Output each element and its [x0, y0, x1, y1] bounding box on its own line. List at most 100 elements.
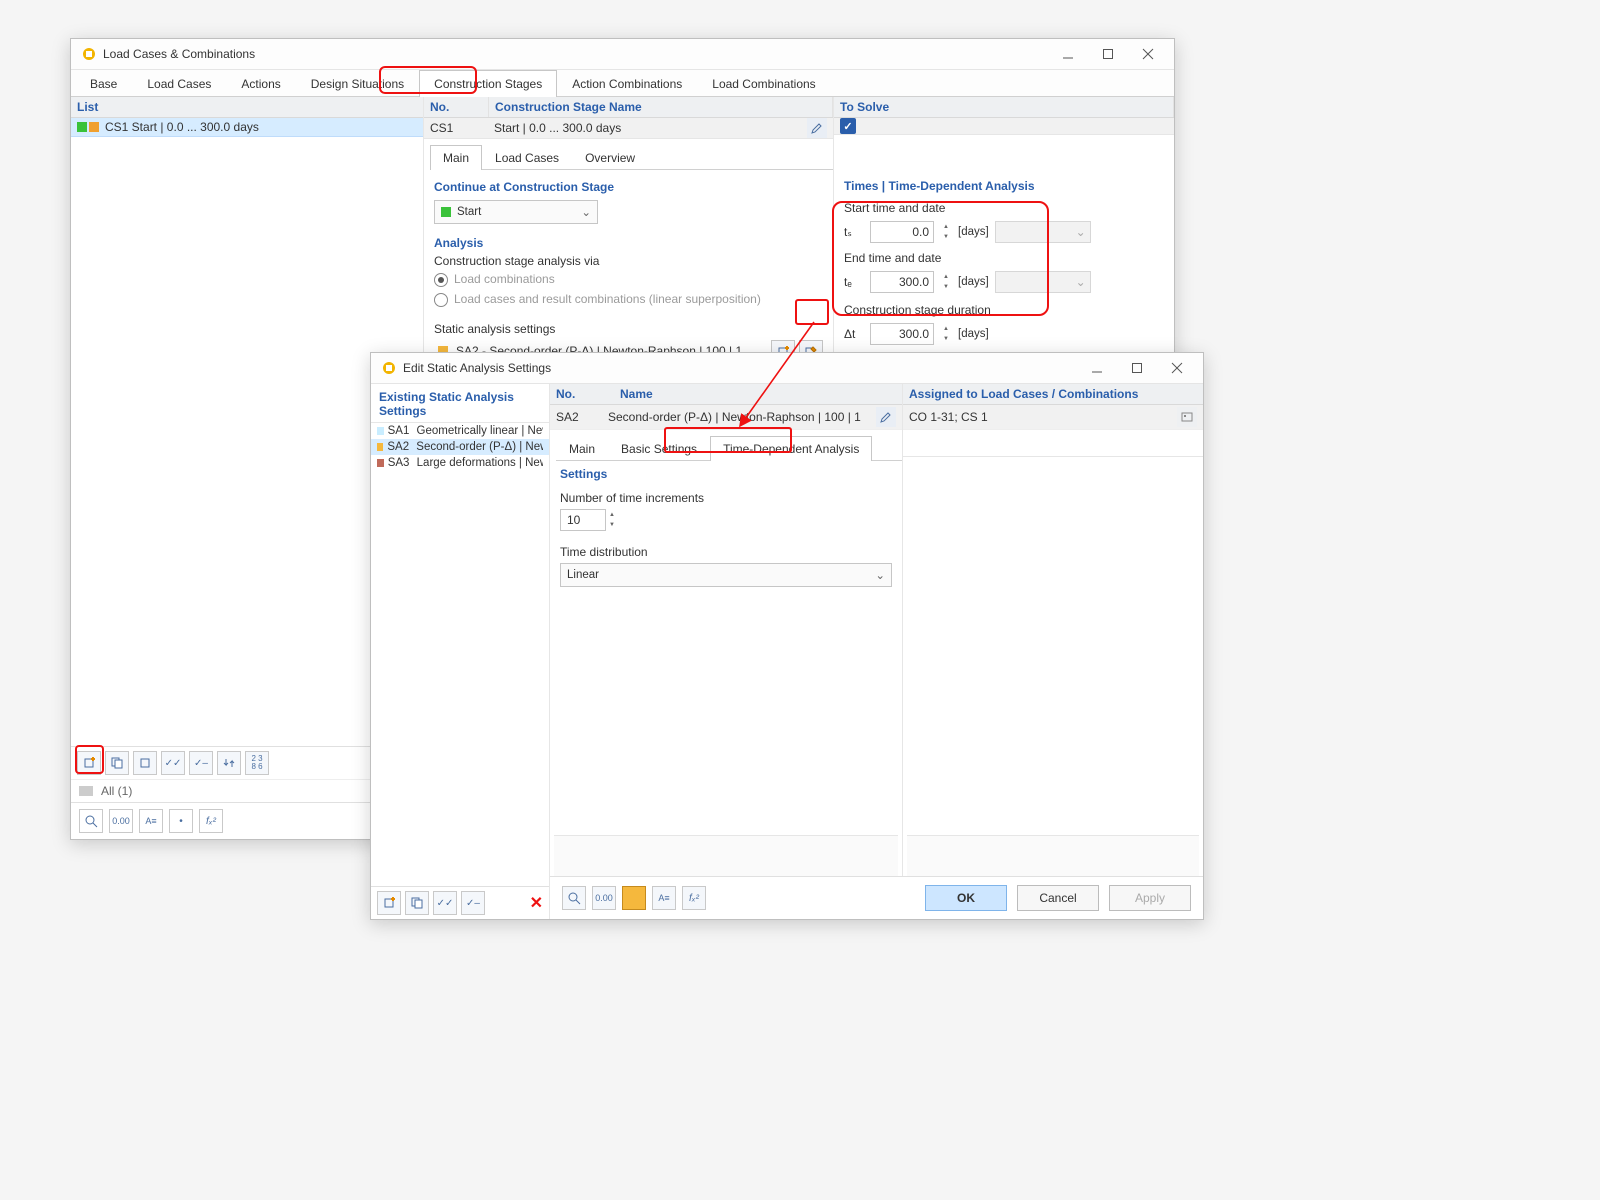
num-incr-label: Number of time increments [550, 485, 902, 509]
color-swatch-icon [377, 443, 383, 451]
uncheck-button[interactable]: ✓– [189, 751, 213, 775]
row-name[interactable]: Second-order (P-Δ) | Newton-Raphson | 10… [608, 410, 876, 424]
sa-list-toolbar: ✓✓ ✓– ✕ [371, 886, 549, 919]
detail-subtabs: MainLoad CasesOverview [430, 145, 833, 170]
dot-icon[interactable]: • [169, 809, 193, 833]
copy-button[interactable] [105, 751, 129, 775]
unit-icon[interactable]: 0.00 [592, 886, 616, 910]
close-button[interactable] [1128, 40, 1168, 68]
subtab-main[interactable]: Main [430, 145, 482, 170]
reorder-button[interactable] [217, 751, 241, 775]
list-header: List [71, 97, 423, 117]
end-label: End time and date [844, 251, 1164, 267]
radio-label: Load cases and result combinations (line… [454, 292, 761, 308]
col-header-solve: To Solve [834, 97, 1174, 117]
window-title: Edit Static Analysis Settings [403, 361, 1077, 375]
radio-icon [434, 273, 448, 287]
sa-item-sa2[interactable]: SA2 Second-order (P-Δ) | Newton-R [371, 439, 549, 455]
maximize-button[interactable] [1088, 40, 1128, 68]
copy-button[interactable] [405, 891, 429, 915]
radio-icon [434, 293, 448, 307]
check-button[interactable]: ✓✓ [161, 751, 185, 775]
stage-list-item[interactable]: CS1 Start | 0.0 ... 300.0 days [71, 118, 423, 137]
radio-load-cases[interactable]: Load cases and result combinations (line… [424, 290, 833, 310]
unit-icon[interactable]: 0.00 [109, 809, 133, 833]
sa-subtabs: MainBasic SettingsTime-Dependent Analysi… [556, 436, 902, 461]
spinner-icon[interactable]: ▲▼ [940, 324, 952, 344]
edit-icon[interactable] [876, 407, 896, 427]
subtab-load-cases[interactable]: Load Cases [482, 145, 572, 170]
color-swatch-icon [377, 459, 384, 467]
goto-icon[interactable] [1177, 407, 1197, 427]
sa-item-sa1[interactable]: SA1 Geometrically linear | Newton- [371, 423, 549, 439]
chevron-down-icon: ⌄ [875, 568, 885, 582]
time-dist-select[interactable]: Linear ⌄ [560, 563, 892, 587]
apply-button[interactable]: Apply [1109, 885, 1191, 911]
sas-label: Static analysis settings [424, 310, 833, 336]
sort-button[interactable]: 2 38 6 [245, 751, 269, 775]
tab-construction-stages[interactable]: Construction Stages [419, 70, 557, 97]
subtab-overview[interactable]: Overview [572, 145, 648, 170]
search-icon[interactable] [79, 809, 103, 833]
spinner-icon[interactable]: ▲▼ [940, 272, 952, 292]
uncheck-button[interactable]: ✓– [461, 891, 485, 915]
tab-load-combinations[interactable]: Load Combinations [697, 70, 830, 97]
tab-action-combinations[interactable]: Action Combinations [557, 70, 697, 97]
edit-icon[interactable] [807, 118, 827, 138]
ts-input[interactable]: 0.0 [870, 221, 934, 243]
main-tabstrip: BaseLoad CasesActionsDesign SituationsCo… [71, 70, 1174, 97]
check-button[interactable]: ✓✓ [433, 891, 457, 915]
tab-design-situations[interactable]: Design Situations [296, 70, 419, 97]
tab-base[interactable]: Base [75, 70, 132, 97]
time-dist-value: Linear [567, 569, 599, 581]
delete-icon[interactable]: ✕ [530, 893, 543, 913]
dt-symbol: Δt [844, 327, 864, 341]
radio-load-combinations[interactable]: Load combinations [424, 270, 833, 290]
row-assigned[interactable]: CO 1-31; CS 1 [903, 410, 1177, 424]
maximize-button[interactable] [1117, 354, 1157, 382]
search-icon[interactable] [562, 886, 586, 910]
chevron-down-icon: ⌄ [581, 205, 591, 219]
dt-input[interactable]: 300.0 [870, 323, 934, 345]
minimize-button[interactable] [1077, 354, 1117, 382]
solve-checkbox[interactable]: ✓ [840, 118, 856, 134]
num-incr-input[interactable]: 10 [560, 509, 606, 531]
spinner-icon[interactable]: ▲▼ [940, 222, 952, 242]
row-name[interactable]: Start | 0.0 ... 300.0 days [488, 118, 807, 138]
sa-item-sa3[interactable]: SA3 Large deformations | Newton- [371, 455, 549, 471]
cancel-button[interactable]: Cancel [1017, 885, 1099, 911]
function-icon[interactable]: fₓ² [682, 886, 706, 910]
time-dist-label: Time distribution [550, 531, 902, 563]
close-button[interactable] [1157, 354, 1197, 382]
tab-actions[interactable]: Actions [226, 70, 295, 97]
minimize-button[interactable] [1048, 40, 1088, 68]
sa-subtab-basic-settings[interactable]: Basic Settings [608, 436, 710, 461]
new-button[interactable] [77, 751, 101, 775]
sa-list-header: Existing Static Analysis Settings [371, 384, 549, 423]
sa-subtab-time-dependent-analysis[interactable]: Time-Dependent Analysis [710, 436, 872, 461]
end-date-select[interactable]: ⌄ [995, 271, 1091, 293]
new-button[interactable] [377, 891, 401, 915]
settings-title: Settings [550, 461, 902, 485]
start-date-select[interactable]: ⌄ [995, 221, 1091, 243]
function-icon[interactable]: fₓ² [199, 809, 223, 833]
times-title: Times | Time-Dependent Analysis [834, 179, 1174, 197]
text-icon[interactable]: A≡ [139, 809, 163, 833]
window-title: Load Cases & Combinations [103, 47, 1048, 61]
ok-button[interactable]: OK [925, 885, 1007, 911]
spinner-icon[interactable]: ▲▼ [606, 510, 618, 530]
tab-load-cases[interactable]: Load Cases [132, 70, 226, 97]
copy-button-2[interactable] [133, 751, 157, 775]
col-header-no: No. [424, 97, 489, 117]
duration-label: Construction stage duration [844, 303, 1164, 319]
color-swatch-icon[interactable] [622, 886, 646, 910]
sa-subtab-main[interactable]: Main [556, 436, 608, 461]
color-swatch-icon [441, 207, 451, 217]
analysis-via-label: Construction stage analysis via [424, 254, 833, 270]
sa-item-list: SA1 Geometrically linear | Newton-SA2 Se… [371, 423, 549, 886]
unit-label: [days] [958, 328, 989, 340]
text-icon[interactable]: A≡ [652, 886, 676, 910]
app-icon [381, 360, 397, 376]
continue-select[interactable]: Start ⌄ [434, 200, 598, 224]
te-input[interactable]: 300.0 [870, 271, 934, 293]
